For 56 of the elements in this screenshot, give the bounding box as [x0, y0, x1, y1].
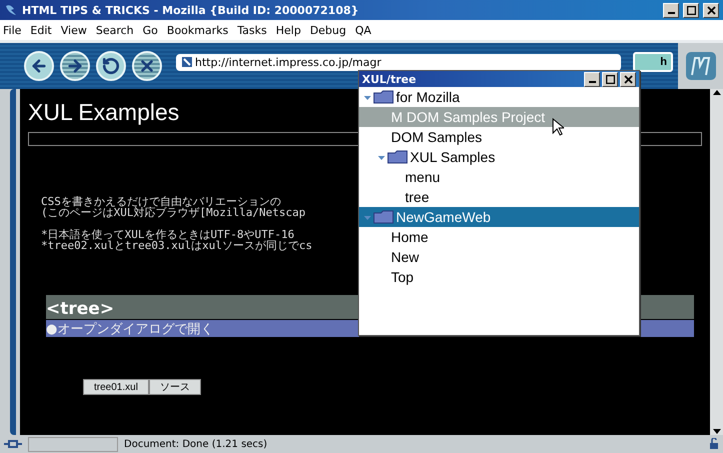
- tree-row[interactable]: tree: [359, 187, 639, 207]
- page-heading: XUL Examples: [28, 99, 180, 126]
- minimize-icon: [588, 81, 596, 83]
- tree-row[interactable]: XUL Samples: [359, 147, 639, 167]
- menu-item[interactable]: Search: [96, 24, 134, 36]
- menu-item[interactable]: QA: [355, 24, 372, 36]
- logo-icon: [684, 51, 716, 81]
- back-button[interactable]: [24, 51, 54, 81]
- text-line: *日本語を使ってXULを作るときはUTF-8やUTF-16: [41, 229, 294, 240]
- close-icon: [624, 74, 632, 84]
- maximize-button[interactable]: [602, 72, 618, 86]
- tree-row[interactable]: New: [359, 247, 639, 267]
- menu-item[interactable]: File: [3, 24, 22, 36]
- scrollbar[interactable]: [710, 89, 723, 435]
- search-button[interactable]: h: [633, 52, 673, 72]
- minimize-icon: [668, 12, 674, 14]
- text-line: *tree02.xulとtree03.xulはxulソースが同じでcs: [41, 240, 312, 251]
- text-line: (このページはXUL対応ブラウザ[Mozilla/Netscap: [41, 207, 306, 218]
- maximize-icon: [606, 74, 614, 84]
- menu-item[interactable]: Help: [276, 24, 301, 36]
- menu-item[interactable]: Debug: [310, 24, 346, 36]
- tree-row[interactable]: for Mozilla: [359, 87, 639, 107]
- menu-item[interactable]: Bookmarks: [166, 24, 228, 36]
- maximize-button[interactable]: [683, 2, 699, 18]
- app-icon: [4, 3, 18, 17]
- menu-item[interactable]: Go: [142, 24, 158, 36]
- stop-icon: [138, 57, 156, 75]
- menu-item[interactable]: View: [60, 24, 87, 36]
- status-text: Document: Done (1.21 secs): [124, 438, 268, 450]
- tree-row[interactable]: menu: [359, 167, 639, 187]
- sidebar-grip[interactable]: [10, 89, 16, 435]
- close-icon: [706, 6, 716, 14]
- tree-row[interactable]: DOM Samples: [359, 127, 639, 147]
- cursor-icon: [552, 118, 564, 136]
- minimize-button[interactable]: [663, 2, 679, 18]
- close-button[interactable]: [703, 2, 719, 18]
- reload-icon: [102, 57, 120, 75]
- reload-button[interactable]: [96, 51, 126, 81]
- close-button[interactable]: [620, 72, 636, 86]
- page-button[interactable]: ソース: [148, 379, 201, 395]
- tree-row[interactable]: Top: [359, 267, 639, 287]
- window-title: HTML TIPS & TRICKS - Mozilla {Build ID: 2000072108}: [22, 4, 360, 16]
- menu-item[interactable]: Edit: [30, 24, 52, 36]
- connection-icon: [4, 439, 22, 449]
- maximize-icon: [686, 6, 696, 14]
- dialog-title: XUL/tree: [362, 72, 418, 86]
- page-icon: [181, 56, 193, 68]
- tree-row[interactable]: NewGameWeb: [359, 207, 639, 227]
- lock-icon: [709, 438, 719, 450]
- tree-row[interactable]: Home: [359, 227, 639, 247]
- menu-item[interactable]: Tasks: [237, 24, 267, 36]
- minimize-button[interactable]: [584, 72, 600, 86]
- address-field[interactable]: http://internet.impress.co.jp/magr: [176, 54, 621, 70]
- arrow-right-icon: [66, 57, 84, 75]
- page-button[interactable]: tree01.xul: [83, 379, 149, 395]
- text-line: CSSを書きかえるだけで自由なバリエーションの: [41, 196, 281, 207]
